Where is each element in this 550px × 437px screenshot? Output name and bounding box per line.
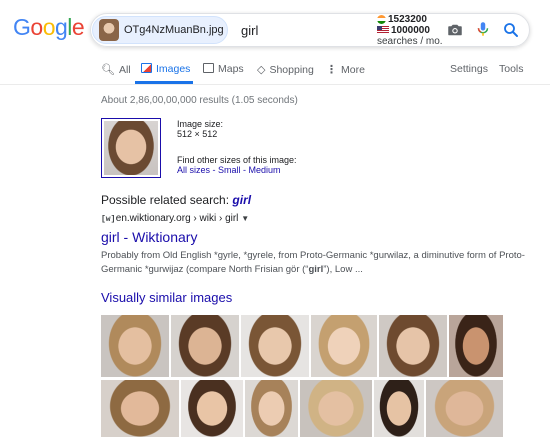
us-flag-icon [377, 26, 389, 35]
face-photo [374, 380, 424, 437]
search-volume-widget: 1523200 1000000 searches / mo. [377, 14, 443, 47]
similar-image[interactable] [379, 315, 447, 377]
result-title-link[interactable]: girl - Wiktionary [101, 229, 197, 245]
result-url: en.wiktionary.org › wiki › girl [115, 213, 239, 224]
face-photo [171, 315, 239, 377]
face-photo [379, 315, 447, 377]
us-search-count: 1000000 [391, 25, 430, 36]
tab-more[interactable]: ⋮ More [326, 63, 365, 76]
image-size-value: 512 × 512 [177, 129, 218, 139]
size-separator: - [240, 165, 249, 175]
tab-images-label: Images [156, 63, 191, 75]
similar-image[interactable] [181, 380, 243, 437]
microphone-icon[interactable] [474, 20, 492, 38]
tab-settings[interactable]: Settings [450, 63, 488, 75]
related-search: Possible related search: girl [101, 193, 251, 207]
caret-down-icon[interactable]: ▼ [241, 214, 249, 223]
visually-similar-heading[interactable]: Visually similar images [101, 290, 232, 305]
tab-all[interactable]: 🔍︎ All [101, 63, 131, 76]
related-search-label: Possible related search: [101, 193, 233, 207]
more-vert-icon: ⋮ [326, 64, 337, 76]
india-search-count: 1523200 [388, 14, 427, 25]
size-separator: - [210, 165, 219, 175]
wiktionary-favicon-icon: [w] [101, 215, 116, 224]
face-photo [245, 380, 298, 437]
map-icon [203, 63, 214, 73]
face-photo [101, 315, 169, 377]
camera-icon[interactable] [446, 21, 464, 39]
header-divider [0, 84, 550, 85]
snippet-highlight: girl [308, 264, 324, 275]
face-photo [104, 121, 158, 175]
tag-icon: ◇ [257, 64, 266, 76]
results-count: About 2,86,00,00,000 results (1.05 secon… [101, 95, 298, 106]
tab-shopping-label: Shopping [269, 64, 314, 76]
size-links: All sizes - Small - Medium [177, 165, 281, 175]
logo-letter: g [54, 14, 68, 40]
logo-letter: o [42, 14, 56, 40]
face-photo [311, 315, 377, 377]
face-photo [101, 380, 179, 437]
query-image[interactable] [101, 118, 161, 178]
face-photo [241, 315, 309, 377]
tab-tools[interactable]: Tools [499, 63, 524, 75]
query-image-thumbnail [99, 19, 119, 41]
face-photo [426, 380, 503, 437]
search-query[interactable]: girl [241, 23, 258, 38]
similar-image[interactable] [245, 380, 298, 437]
image-size-label: Image size: [177, 119, 224, 129]
face-photo [449, 315, 503, 377]
similar-image[interactable] [374, 380, 424, 437]
logo-letter: o [30, 14, 43, 40]
similar-image[interactable] [300, 380, 372, 437]
logo-letter: G [13, 14, 31, 40]
google-logo[interactable]: Google [13, 14, 85, 41]
search-icon: 🔍︎ [101, 64, 115, 76]
india-flag-icon [377, 14, 386, 24]
search-volume-unit: searches / mo. [377, 36, 443, 47]
face-photo [300, 380, 372, 437]
tab-maps-label: Maps [218, 63, 244, 75]
similar-image[interactable] [449, 315, 503, 377]
face-photo [181, 380, 243, 437]
result-site-row[interactable]: [w] en.wiktionary.org › wiki › girl ▼ [101, 213, 249, 224]
all-sizes-link[interactable]: All sizes [177, 165, 210, 175]
similar-image[interactable] [101, 315, 169, 377]
small-size-link[interactable]: Small [218, 165, 241, 175]
image-chip-label: OTg4NzMuanBn.jpg [124, 24, 224, 36]
medium-size-link[interactable]: Medium [249, 165, 281, 175]
other-sizes-label: Find other sizes of this image: [177, 155, 297, 165]
snippet-text: ”), Low ... [323, 264, 363, 275]
image-icon [141, 63, 152, 73]
similar-image[interactable] [171, 315, 239, 377]
tab-shopping[interactable]: ◇ Shopping [257, 63, 314, 76]
logo-letter: e [71, 14, 85, 40]
tab-maps[interactable]: Maps [203, 63, 244, 75]
search-icon[interactable] [502, 21, 520, 39]
tab-all-label: All [118, 64, 131, 76]
similar-image[interactable] [241, 315, 309, 377]
similar-image[interactable] [101, 380, 179, 437]
similar-image[interactable] [311, 315, 377, 377]
similar-image[interactable] [426, 380, 503, 437]
result-snippet: Probably from Old English *gyrle, *gyrel… [101, 249, 541, 277]
related-search-link[interactable]: girl [232, 193, 251, 207]
tab-images[interactable]: Images [141, 63, 190, 75]
tab-more-label: More [341, 64, 365, 76]
